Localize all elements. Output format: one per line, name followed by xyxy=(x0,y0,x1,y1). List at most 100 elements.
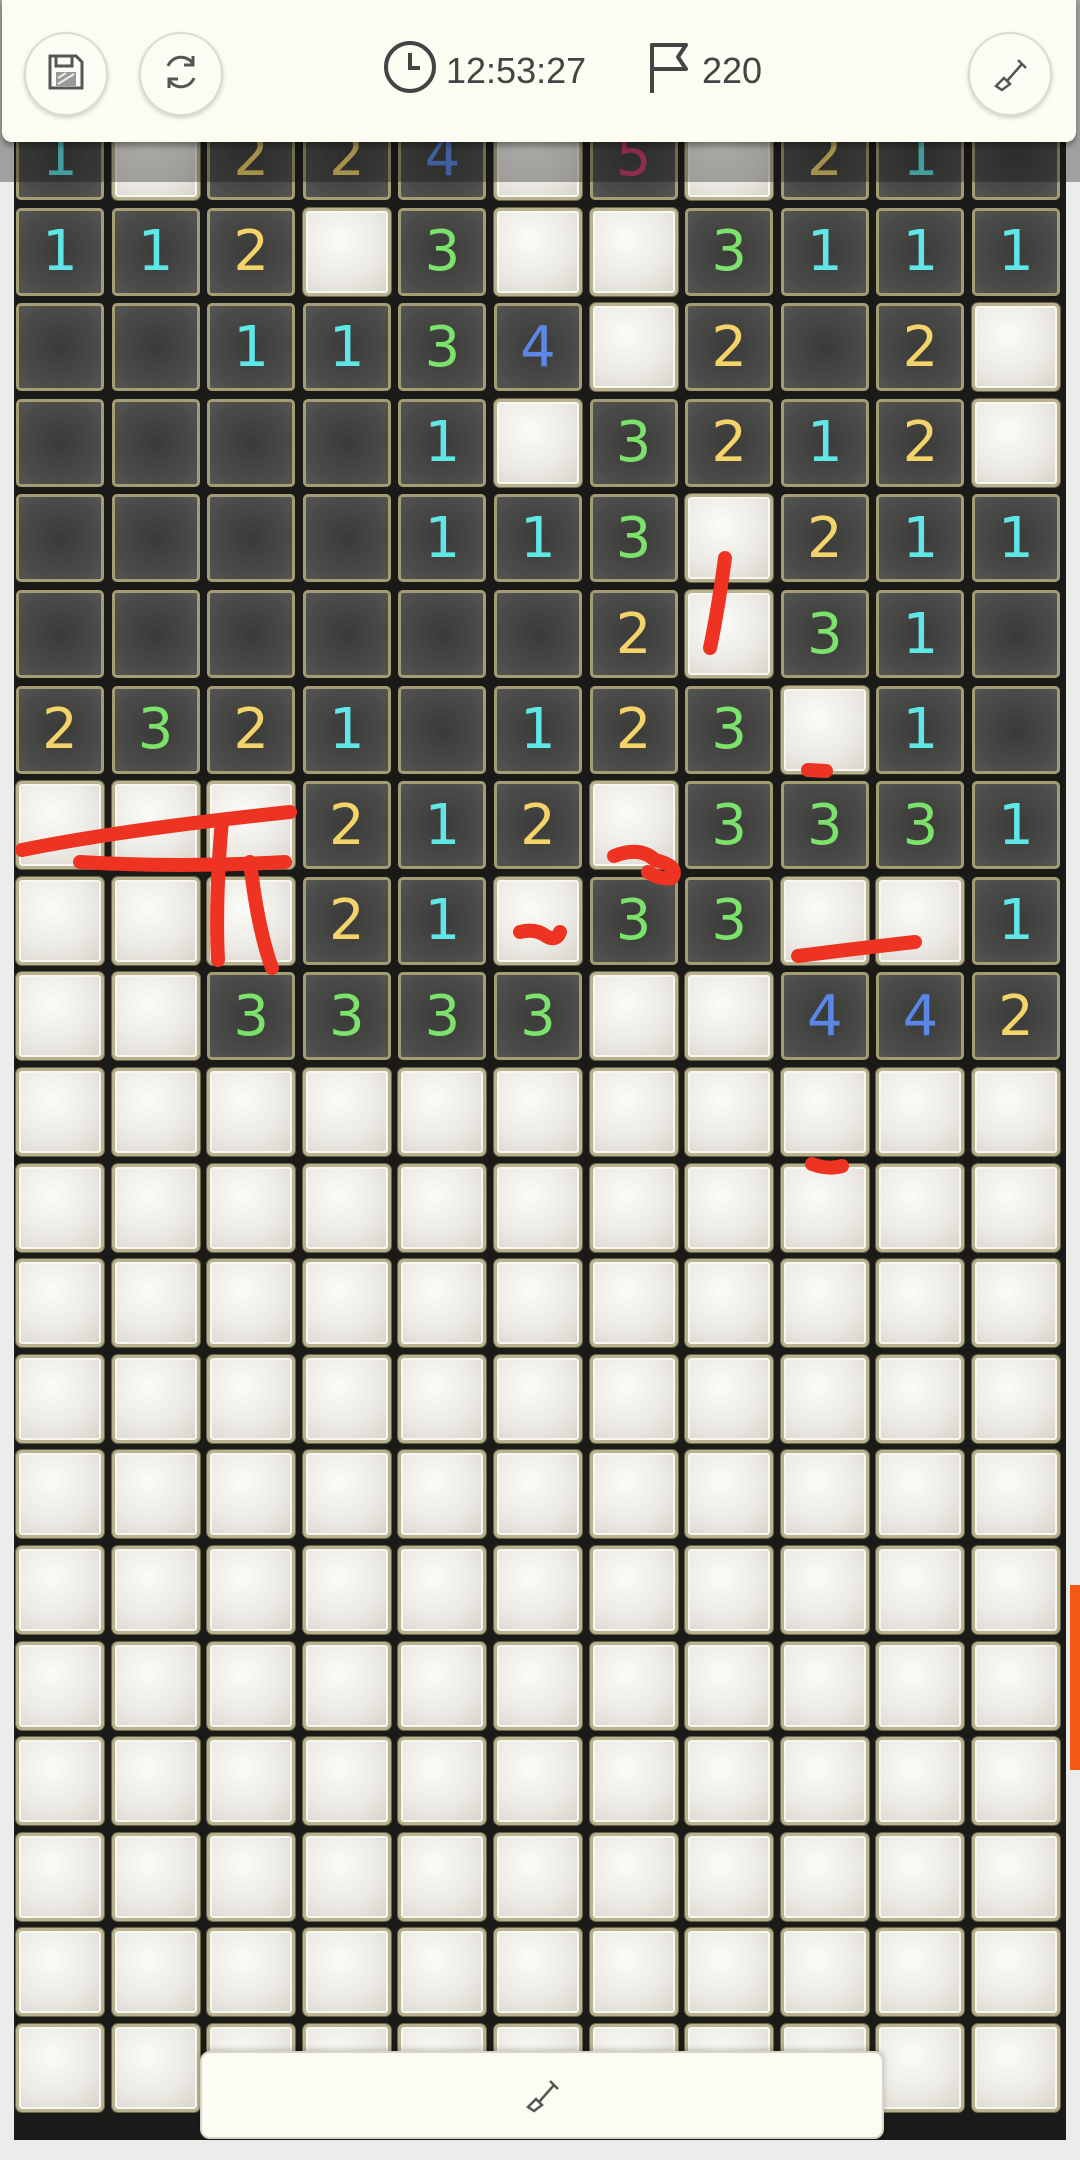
covered-cell[interactable] xyxy=(685,972,774,1061)
number-cell[interactable]: 2 xyxy=(685,398,774,487)
number-cell[interactable]: 1 xyxy=(302,685,391,774)
number-cell[interactable]: 1 xyxy=(111,207,200,296)
number-cell[interactable]: 3 xyxy=(398,207,487,296)
revealed-empty-cell[interactable] xyxy=(207,590,296,678)
covered-cell[interactable] xyxy=(207,1450,296,1539)
covered-cell[interactable] xyxy=(589,1354,678,1443)
number-cell[interactable]: 2 xyxy=(876,398,965,487)
covered-cell[interactable] xyxy=(16,1832,104,1921)
number-cell[interactable]: 1 xyxy=(972,494,1060,583)
revealed-empty-cell[interactable] xyxy=(494,590,582,678)
covered-cell[interactable] xyxy=(780,1354,869,1443)
revealed-empty-cell[interactable] xyxy=(398,590,487,678)
covered-cell[interactable] xyxy=(972,1832,1060,1921)
revealed-empty-cell[interactable] xyxy=(302,398,391,487)
covered-cell[interactable] xyxy=(494,1068,582,1156)
covered-cell[interactable] xyxy=(398,1832,487,1921)
number-cell[interactable]: 1 xyxy=(972,207,1060,296)
covered-cell[interactable] xyxy=(685,1259,774,1348)
covered-cell[interactable] xyxy=(972,1928,1060,2017)
covered-cell[interactable] xyxy=(302,1641,391,1730)
covered-cell[interactable] xyxy=(398,1450,487,1539)
covered-cell[interactable] xyxy=(494,1737,582,1826)
number-cell[interactable]: 1 xyxy=(876,590,965,678)
covered-cell[interactable] xyxy=(589,972,678,1061)
covered-cell[interactable] xyxy=(494,1641,582,1730)
number-cell[interactable]: 1 xyxy=(398,781,487,870)
covered-cell[interactable] xyxy=(589,1259,678,1348)
covered-cell[interactable] xyxy=(398,1546,487,1634)
covered-cell[interactable] xyxy=(207,1163,296,1252)
covered-cell[interactable] xyxy=(207,781,296,870)
covered-cell[interactable] xyxy=(589,1068,678,1156)
number-cell[interactable]: 2 xyxy=(207,685,296,774)
number-cell[interactable]: 3 xyxy=(685,685,774,774)
revealed-empty-cell[interactable] xyxy=(16,590,104,678)
restart-button[interactable] xyxy=(139,32,223,116)
revealed-empty-cell[interactable] xyxy=(207,398,296,487)
number-cell[interactable]: 1 xyxy=(780,398,869,487)
covered-cell[interactable] xyxy=(876,1259,965,1348)
covered-cell[interactable] xyxy=(111,2024,200,2112)
covered-cell[interactable] xyxy=(207,1928,296,2017)
revealed-empty-cell[interactable] xyxy=(780,303,869,392)
covered-cell[interactable] xyxy=(398,1068,487,1156)
covered-cell[interactable] xyxy=(398,1641,487,1730)
covered-cell[interactable] xyxy=(111,1068,200,1156)
covered-cell[interactable] xyxy=(685,590,774,678)
number-cell[interactable]: 2 xyxy=(302,781,391,870)
covered-cell[interactable] xyxy=(494,207,582,296)
covered-cell[interactable] xyxy=(398,1354,487,1443)
covered-cell[interactable] xyxy=(302,1354,391,1443)
covered-cell[interactable] xyxy=(16,1354,104,1443)
covered-cell[interactable] xyxy=(398,1928,487,2017)
number-cell[interactable]: 3 xyxy=(398,972,487,1061)
number-cell[interactable]: 2 xyxy=(589,685,678,774)
revealed-empty-cell[interactable] xyxy=(16,494,104,583)
revealed-empty-cell[interactable] xyxy=(111,303,200,392)
covered-cell[interactable] xyxy=(111,1450,200,1539)
covered-cell[interactable] xyxy=(16,1641,104,1730)
revealed-empty-cell[interactable] xyxy=(972,685,1060,774)
covered-cell[interactable] xyxy=(16,781,104,870)
covered-cell[interactable] xyxy=(302,1163,391,1252)
covered-cell[interactable] xyxy=(111,1546,200,1634)
covered-cell[interactable] xyxy=(876,1641,965,1730)
covered-cell[interactable] xyxy=(302,1068,391,1156)
number-cell[interactable]: 3 xyxy=(685,781,774,870)
covered-cell[interactable] xyxy=(780,1546,869,1634)
covered-cell[interactable] xyxy=(972,1163,1060,1252)
covered-cell[interactable] xyxy=(780,1928,869,2017)
number-cell[interactable]: 1 xyxy=(876,494,965,583)
covered-cell[interactable] xyxy=(972,2024,1060,2112)
number-cell[interactable]: 2 xyxy=(494,781,582,870)
covered-cell[interactable] xyxy=(876,1068,965,1156)
number-cell[interactable]: 2 xyxy=(972,972,1060,1061)
covered-cell[interactable] xyxy=(972,303,1060,392)
covered-cell[interactable] xyxy=(685,1832,774,1921)
covered-cell[interactable] xyxy=(494,1832,582,1921)
covered-cell[interactable] xyxy=(876,1354,965,1443)
number-cell[interactable]: 1 xyxy=(302,303,391,392)
covered-cell[interactable] xyxy=(111,972,200,1061)
covered-cell[interactable] xyxy=(780,1832,869,1921)
number-cell[interactable]: 3 xyxy=(876,781,965,870)
number-cell[interactable]: 3 xyxy=(780,590,869,678)
covered-cell[interactable] xyxy=(972,398,1060,487)
covered-cell[interactable] xyxy=(589,1450,678,1539)
covered-cell[interactable] xyxy=(398,1259,487,1348)
save-button[interactable] xyxy=(24,32,108,116)
covered-cell[interactable] xyxy=(876,2024,965,2112)
covered-cell[interactable] xyxy=(685,1450,774,1539)
covered-cell[interactable] xyxy=(302,1737,391,1826)
covered-cell[interactable] xyxy=(16,1928,104,2017)
covered-cell[interactable] xyxy=(111,1737,200,1826)
covered-cell[interactable] xyxy=(302,1832,391,1921)
number-cell[interactable]: 3 xyxy=(111,685,200,774)
covered-cell[interactable] xyxy=(398,1163,487,1252)
covered-cell[interactable] xyxy=(494,1259,582,1348)
covered-cell[interactable] xyxy=(207,1641,296,1730)
covered-cell[interactable] xyxy=(302,1259,391,1348)
covered-cell[interactable] xyxy=(16,1546,104,1634)
covered-cell[interactable] xyxy=(16,972,104,1061)
